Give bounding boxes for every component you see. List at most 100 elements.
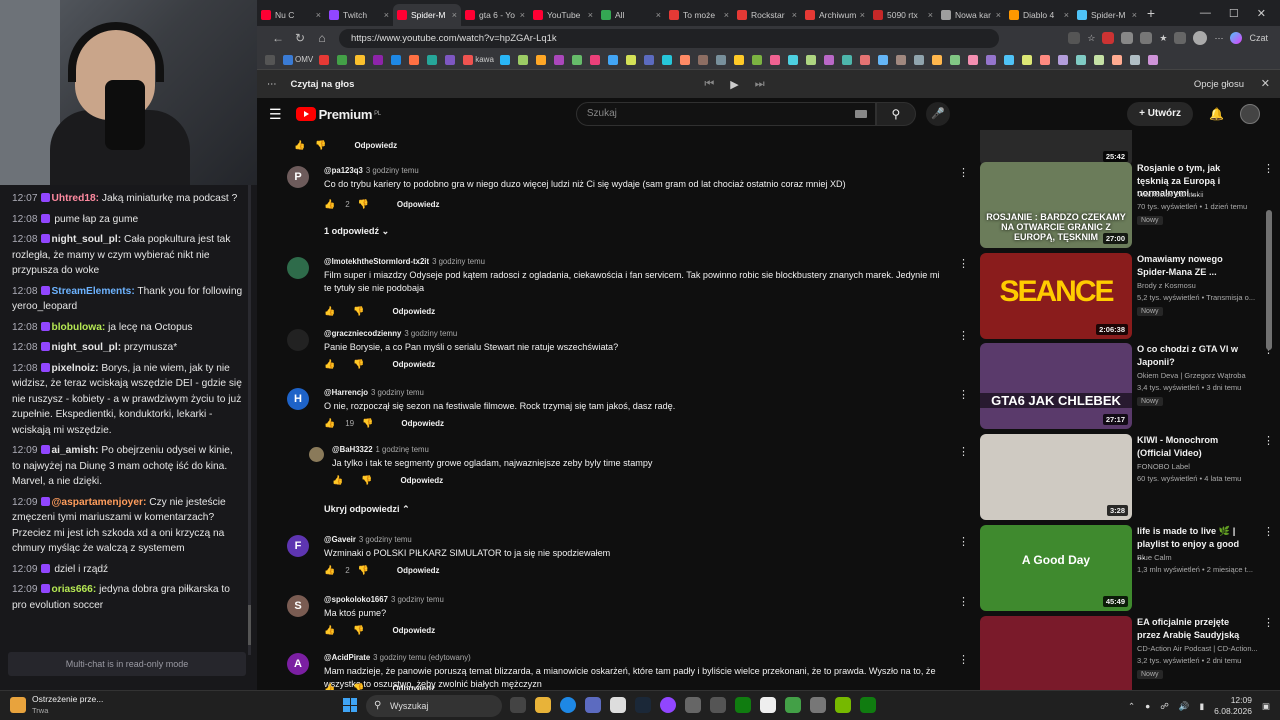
commenter-handle[interactable]: @BaH3322 — [332, 445, 373, 454]
bookmark-item[interactable] — [751, 54, 764, 65]
hide-replies-toggle[interactable]: Ukryj odpowiedzi ⌃ — [324, 504, 410, 515]
dislike-icon[interactable]: 👎 — [358, 565, 369, 576]
chat-username[interactable]: Uhtred18: — [52, 193, 100, 204]
comment-menu-icon[interactable]: ⋮ — [958, 595, 969, 608]
bookmark-item[interactable] — [913, 54, 926, 65]
edge-icon[interactable] — [560, 697, 576, 713]
new-tab-button[interactable]: + — [1141, 5, 1161, 21]
clock[interactable]: 12:09 6.08.2026 — [1214, 695, 1252, 717]
comment-time[interactable]: 3 godziny temu — [391, 595, 444, 604]
bookmark-item[interactable] — [733, 54, 746, 65]
video-title[interactable]: KIWI - Monochrom (Official Video) — [1137, 434, 1247, 459]
like-icon[interactable]: 👍 — [324, 625, 335, 636]
task-view-icon[interactable] — [510, 697, 526, 713]
bookmark-item[interactable] — [1021, 54, 1034, 65]
bookmark-item[interactable] — [499, 54, 512, 65]
related-video[interactable]: A Good Day 45:49 life is made to live 🌿 | … — [980, 525, 1280, 611]
comment-time[interactable]: 3 godziny temu — [359, 535, 412, 544]
commenter-handle[interactable]: @pa123q3 — [324, 166, 363, 175]
bookmark-item[interactable] — [787, 54, 800, 65]
related-video[interactable]: SEANCE 2:06:38 Omawiamy nowego Spider-Mana… — [980, 253, 1280, 339]
nvidia-icon[interactable] — [835, 697, 851, 713]
commenter-avatar[interactable]: P — [287, 166, 309, 188]
bookmark-item[interactable] — [337, 54, 349, 65]
app-icon[interactable] — [785, 697, 801, 713]
profile-avatar[interactable] — [1193, 31, 1208, 45]
tab-close-icon[interactable]: × — [1064, 10, 1069, 20]
video-thumbnail[interactable]: ROSJANIE : BARDZO CZEKAMY NA OTWARCIE GR… — [980, 162, 1132, 248]
app-icon[interactable] — [585, 697, 601, 713]
reply-button[interactable]: Odpowiedz — [397, 566, 440, 575]
search-button[interactable]: ⚲ — [875, 102, 916, 126]
related-video[interactable]: GTA6 JAK CHLEBEK 27:17 O co chodzi z GTA V… — [980, 343, 1280, 429]
dislike-icon[interactable]: 👎 — [353, 625, 364, 636]
bookmark-item[interactable] — [589, 54, 602, 65]
chat-username[interactable]: StreamElements: — [52, 286, 135, 297]
chat-username[interactable]: night_soul_pl: — [52, 234, 122, 245]
browser-tab[interactable]: To może × — [665, 4, 733, 26]
comment-menu-icon[interactable]: ⋮ — [958, 257, 969, 270]
commenter-avatar[interactable]: S — [287, 595, 309, 617]
video-thumbnail[interactable]: A Good Day 45:49 — [980, 525, 1132, 611]
show-replies-toggle[interactable]: 1 odpowiedź ⌄ — [324, 226, 389, 237]
commenter-avatar[interactable]: F — [287, 535, 309, 557]
extension-icon[interactable] — [1174, 32, 1187, 44]
commenter-avatar[interactable]: A — [287, 653, 309, 675]
video-thumbnail[interactable]: GTA6 JAK CHLEBEK 27:17 — [980, 343, 1132, 429]
video-channel[interactable]: Blue Calm — [1137, 553, 1272, 562]
dislike-icon[interactable]: 👎 — [361, 475, 372, 486]
file-explorer-icon[interactable] — [535, 697, 551, 713]
reply-button[interactable]: Odpowiedz — [354, 141, 397, 150]
browser-tab[interactable]: Diablo 4 × — [1005, 4, 1073, 26]
battery-icon[interactable]: ▮ — [1199, 701, 1204, 712]
maps-icon[interactable] — [685, 697, 701, 713]
weather-widget[interactable]: Ostrzeżenie prze... Trwa — [10, 694, 103, 716]
bookmark-item[interactable] — [1129, 54, 1142, 65]
tab-close-icon[interactable]: × — [452, 10, 457, 20]
browser-tab[interactable]: 5090 rtx × — [869, 4, 937, 26]
tab-close-icon[interactable]: × — [792, 10, 797, 20]
bookmark-item[interactable] — [319, 54, 331, 65]
browser-tab[interactable]: Archiwum × — [801, 4, 869, 26]
comment-time[interactable]: 3 godziny temu — [366, 166, 419, 175]
related-video[interactable]: ROSJANIE : BARDZO CZEKAMY NA OTWARCIE GR… — [980, 162, 1280, 248]
video-thumbnail[interactable]: SEANCE 2:06:38 — [980, 253, 1132, 339]
network-icon[interactable]: ☍ — [1160, 701, 1169, 712]
bookmark-item[interactable]: OMV — [283, 54, 313, 65]
bookmark-item[interactable] — [625, 54, 638, 65]
maximize-icon[interactable]: ☐ — [1229, 7, 1239, 20]
comment-time[interactable]: 3 godziny temu — [432, 257, 485, 266]
favorite-star-icon[interactable]: ☆ — [1087, 33, 1095, 44]
tab-close-icon[interactable]: × — [384, 10, 389, 20]
bookmark-item[interactable] — [535, 54, 548, 65]
bookmark-item[interactable] — [553, 54, 566, 65]
chat-username[interactable]: blobulowa: — [52, 322, 106, 333]
tab-close-icon[interactable]: × — [860, 10, 865, 20]
comment-time[interactable]: 1 godzinę temu — [376, 445, 429, 454]
notifications-icon[interactable]: ▣ — [1262, 701, 1270, 712]
browser-tab[interactable]: YouTube × — [529, 4, 597, 26]
chat-username[interactable]: @aspartamenjoyer: — [52, 497, 147, 508]
taskbar-search[interactable]: ⚲ Wyszukaj — [366, 695, 502, 717]
bookmark-item[interactable] — [877, 54, 890, 65]
like-icon[interactable]: 👍 — [324, 359, 335, 370]
like-icon[interactable]: 👍 — [332, 475, 343, 486]
youtube-logo[interactable]: Premium PL — [295, 107, 381, 122]
tray-chevron-icon[interactable]: ⌃ — [1128, 701, 1135, 712]
tab-close-icon[interactable]: × — [656, 10, 661, 20]
commenter-handle[interactable]: @graczniecodzienny — [324, 329, 401, 338]
dislike-icon[interactable]: 👎 — [362, 418, 373, 429]
tab-close-icon[interactable]: × — [1132, 10, 1137, 20]
close-window-icon[interactable]: ✕ — [1257, 7, 1266, 20]
create-button[interactable]: + Utwórz — [1127, 102, 1194, 126]
video-thumbnail[interactable]: ANDERSZ25:42 — [980, 130, 1132, 166]
keyboard-icon[interactable] — [854, 110, 867, 118]
terminal-icon[interactable] — [710, 697, 726, 713]
bookmark-item[interactable] — [967, 54, 980, 65]
bookmark-item[interactable] — [949, 54, 962, 65]
reply-button[interactable]: Odpowiedz — [392, 307, 435, 316]
bookmark-item[interactable] — [1147, 54, 1160, 65]
video-channel[interactable]: Brody z Kosmosu — [1137, 281, 1272, 290]
tab-close-icon[interactable]: × — [724, 10, 729, 20]
comment-time[interactable]: 3 godziny temu — [371, 388, 424, 397]
